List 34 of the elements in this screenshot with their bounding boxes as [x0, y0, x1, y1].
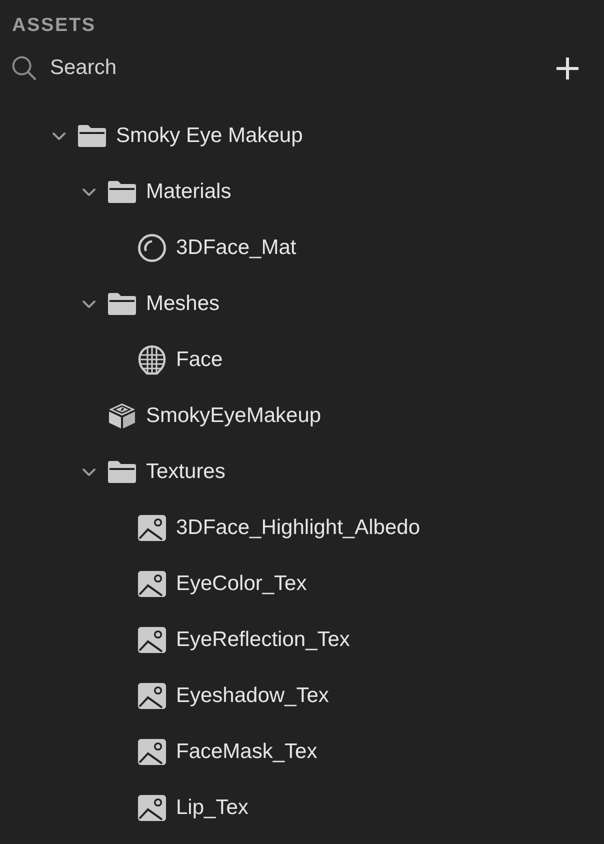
image-icon	[138, 571, 166, 597]
search-icon	[12, 56, 36, 80]
asset-name[interactable]: 3DFace_Mat	[176, 235, 296, 261]
image-icon	[138, 795, 166, 821]
asset-name[interactable]: Eyeshadow_Tex	[176, 683, 329, 709]
asset-name[interactable]: FaceMask_Tex	[176, 739, 318, 765]
folder-icon	[108, 461, 136, 483]
image-icon	[138, 683, 166, 709]
chevron-down-icon[interactable]	[82, 188, 96, 196]
folder-icon	[108, 293, 136, 315]
chevron-down-icon[interactable]	[82, 300, 96, 308]
asset-name[interactable]: Smoky Eye Makeup	[116, 123, 303, 149]
chevron-down-icon[interactable]	[82, 468, 96, 476]
sphere-icon	[138, 234, 166, 262]
add-icon[interactable]	[556, 56, 579, 80]
asset-name[interactable]: EyeColor_Tex	[176, 571, 307, 597]
asset-name[interactable]: EyeReflection_Tex	[176, 627, 350, 653]
asset-name[interactable]: SmokyEyeMakeup	[146, 403, 322, 429]
panel-title: ASSETS	[12, 15, 96, 37]
folder-icon	[78, 125, 106, 147]
cube-icon	[108, 403, 136, 429]
image-icon	[138, 515, 166, 541]
asset-name[interactable]: Meshes	[146, 291, 220, 317]
image-icon	[138, 739, 166, 765]
asset-name[interactable]: Lip_Tex	[176, 795, 248, 821]
search-field[interactable]: Search	[50, 53, 536, 83]
folder-icon	[108, 181, 136, 203]
chevron-down-icon[interactable]	[52, 132, 66, 140]
asset-name[interactable]: Face	[176, 347, 223, 373]
image-icon	[138, 627, 166, 653]
asset-name[interactable]: 3DFace_Highlight_Albedo	[176, 515, 420, 541]
asset-name[interactable]: Materials	[146, 179, 232, 205]
globe-icon	[138, 345, 166, 375]
asset-name[interactable]: Textures	[146, 459, 226, 485]
